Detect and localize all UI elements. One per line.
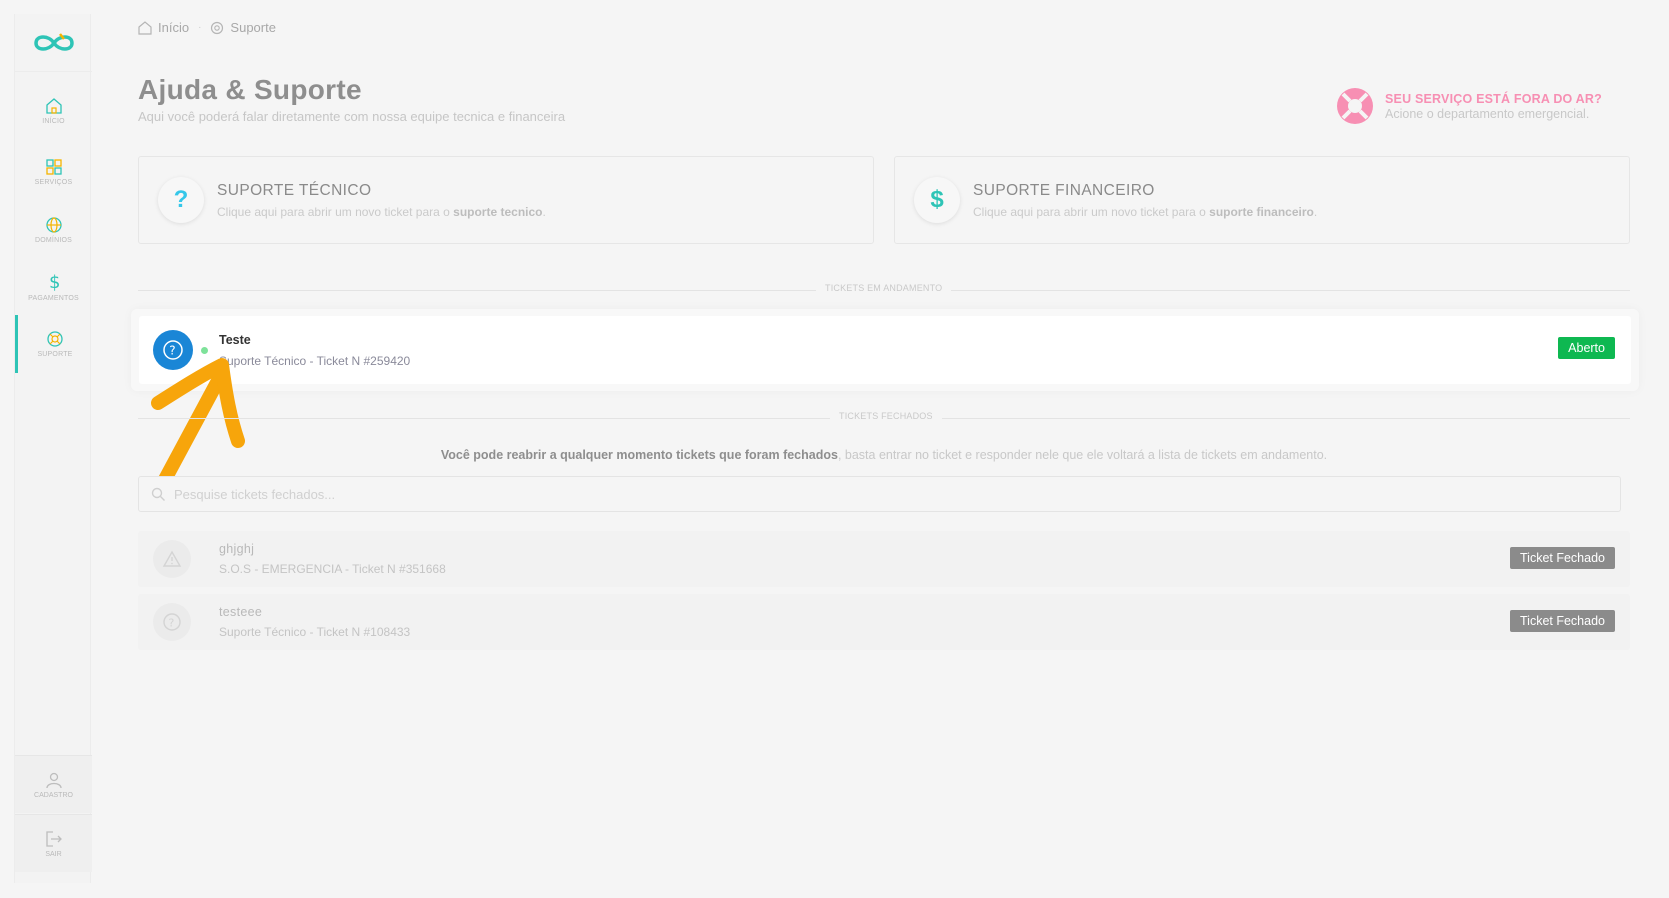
sidebar-item-label: SERVIÇOS: [34, 179, 73, 186]
sidebar-item-label: DOMÍNIOS: [35, 237, 72, 244]
emergency-support-link[interactable]: SEU SERVIÇO ESTÁ FORA DO AR? Acione o de…: [1335, 86, 1602, 126]
section-label-open: TICKETS EM ANDAMENTO: [816, 283, 952, 293]
reopen-info-text: Você pode reabrir a qualquer momento tic…: [440, 448, 1328, 462]
ticket-title: ghjghj: [219, 542, 255, 556]
logout-icon: [45, 830, 62, 847]
home-icon: [45, 98, 62, 114]
breadcrumb: Início · Suporte: [138, 20, 276, 35]
dollar-icon: $: [914, 177, 960, 223]
page-subtitle: Aqui você poderá falar diretamente com n…: [138, 109, 566, 124]
sidebar-item-label: CADASTRO: [34, 791, 73, 799]
ticket-row[interactable]: ? Teste Suporte Técnico - Ticket N #2594…: [139, 316, 1631, 384]
sidebar-item-label: PAGAMENTOS: [28, 295, 79, 302]
search-input[interactable]: [174, 486, 1574, 502]
arrow-annotation-icon: [151, 358, 245, 492]
card-description: Clique aqui para abrir um novo ticket pa…: [973, 204, 1318, 219]
grid-icon: [45, 159, 62, 175]
ticket-subtitle: Suporte Técnico - Ticket N #108433: [219, 625, 411, 639]
emergency-title: SEU SERVIÇO ESTÁ FORA DO AR?: [1385, 91, 1602, 106]
section-label-closed: TICKETS FECHADOS: [830, 411, 942, 421]
sidebar-item-label: SUPORTE: [37, 351, 73, 358]
sidebar-item-label: INÍCIO: [42, 118, 65, 125]
card-title: SUPORTE FINANCEIRO: [973, 181, 1155, 199]
infinity-logo-icon: [33, 32, 74, 51]
status-badge: Ticket Fechado: [1510, 610, 1615, 632]
sidebar-item-cadastro[interactable]: CADASTRO: [15, 755, 92, 813]
lifebuoy-icon: [211, 21, 224, 34]
ticket-row[interactable]: ? testeee Suporte Técnico - Ticket N #10…: [138, 594, 1630, 650]
card-title: SUPORTE TÉCNICO: [217, 181, 372, 199]
warning-icon: [153, 540, 191, 578]
page-title: Ajuda & Suporte: [138, 74, 362, 105]
sidebar-item-pagamentos[interactable]: $ PAGAMENTOS: [15, 258, 92, 316]
sidebar-item-label: SAIR: [45, 850, 62, 858]
question-icon: ?: [153, 603, 191, 641]
home-icon: [138, 20, 152, 35]
globe-icon: [45, 217, 62, 233]
lifebuoy-icon: [1337, 88, 1373, 124]
status-badge[interactable]: Aberto: [1558, 337, 1615, 359]
breadcrumb-separator: ·: [198, 22, 202, 33]
sidebar-item-sair[interactable]: SAIR: [15, 814, 92, 872]
ticket-title: testeee: [219, 605, 263, 619]
ticket-subtitle: S.O.S - EMERGENCIA - Ticket N #351668: [219, 562, 446, 576]
closed-tickets-search: [138, 476, 1621, 512]
emergency-subtitle: Acione o departamento emergencial.: [1385, 106, 1590, 121]
dollar-icon: $: [49, 272, 60, 292]
search-icon: [151, 487, 165, 501]
sidebar-item-servicos[interactable]: SERVIÇOS: [15, 143, 92, 201]
status-badge: Ticket Fechado: [1510, 547, 1615, 569]
sidebar: INÍCIO SERVIÇOS DOMÍNIOS $ PAGAMENTOS SU…: [14, 14, 92, 883]
breadcrumb-home-link[interactable]: Início: [158, 20, 189, 35]
finance-support-card[interactable]: $ SUPORTE FINANCEIRO Clique aqui para ab…: [894, 156, 1630, 244]
sidebar-item-inicio[interactable]: INÍCIO: [15, 82, 92, 140]
svg-text:$: $: [49, 272, 60, 292]
breadcrumb-current: Suporte: [230, 20, 276, 35]
sidebar-item-suporte[interactable]: SUPORTE: [15, 315, 92, 373]
user-icon: [45, 772, 62, 788]
logo[interactable]: [15, 14, 92, 72]
card-description: Clique aqui para abrir um novo ticket pa…: [217, 204, 546, 219]
tech-support-card[interactable]: ? SUPORTE TÉCNICO Clique aqui para abrir…: [138, 156, 874, 244]
svg-text:?: ?: [169, 617, 175, 630]
sidebar-item-dominios[interactable]: DOMÍNIOS: [15, 201, 92, 259]
ticket-row[interactable]: ghjghj S.O.S - EMERGENCIA - Ticket N #35…: [138, 531, 1630, 587]
question-icon: ?: [158, 177, 204, 223]
lifebuoy-icon: [47, 331, 63, 347]
open-ticket-wrapper: ? Teste Suporte Técnico - Ticket N #2594…: [131, 309, 1639, 391]
